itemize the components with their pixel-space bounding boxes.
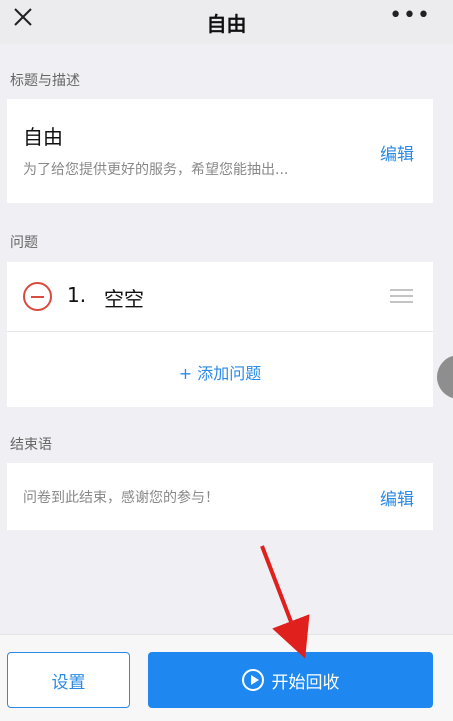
side-float-handle[interactable] <box>437 355 453 399</box>
settings-button-label: 设置 <box>51 672 86 693</box>
page-title: 自由 <box>206 11 247 36</box>
play-icon <box>241 669 264 691</box>
question-row[interactable]: 1. 空空 <box>7 262 433 332</box>
question-text: 空空 <box>104 287 144 311</box>
top-nav-bar: 自由 ••• <box>0 0 453 44</box>
start-collecting-button[interactable]: 开始回收 <box>148 652 433 708</box>
section-label-title-desc: 标题与描述 <box>10 73 80 89</box>
drag-handle-icon[interactable] <box>390 289 413 303</box>
start-button-label: 开始回收 <box>271 672 340 693</box>
question-number: 1. <box>67 283 87 307</box>
add-question-button[interactable]: + 添加问题 <box>7 360 433 384</box>
ending-card: 问卷到此结束，感谢您的参与！ 编辑 <box>7 463 433 530</box>
edit-title-button[interactable]: 编辑 <box>380 140 414 165</box>
close-icon[interactable] <box>14 8 32 26</box>
settings-button[interactable]: 设置 <box>7 652 130 708</box>
remove-question-icon[interactable] <box>23 282 52 311</box>
more-options-icon[interactable]: ••• <box>389 5 431 27</box>
survey-description: 为了给您提供更好的服务，希望您能抽出... <box>23 162 289 178</box>
survey-title: 自由 <box>23 125 63 149</box>
bottom-action-bar: 设置 开始回收 <box>0 634 453 721</box>
edit-ending-button[interactable]: 编辑 <box>380 485 414 510</box>
section-label-ending: 结束语 <box>10 437 52 453</box>
ending-message: 问卷到此结束，感谢您的参与！ <box>23 490 219 506</box>
title-description-card: 自由 为了给您提供更好的服务，希望您能抽出... 编辑 <box>7 99 433 203</box>
questions-card: 1. 空空 + 添加问题 <box>7 262 433 407</box>
section-label-questions: 问题 <box>10 235 38 251</box>
